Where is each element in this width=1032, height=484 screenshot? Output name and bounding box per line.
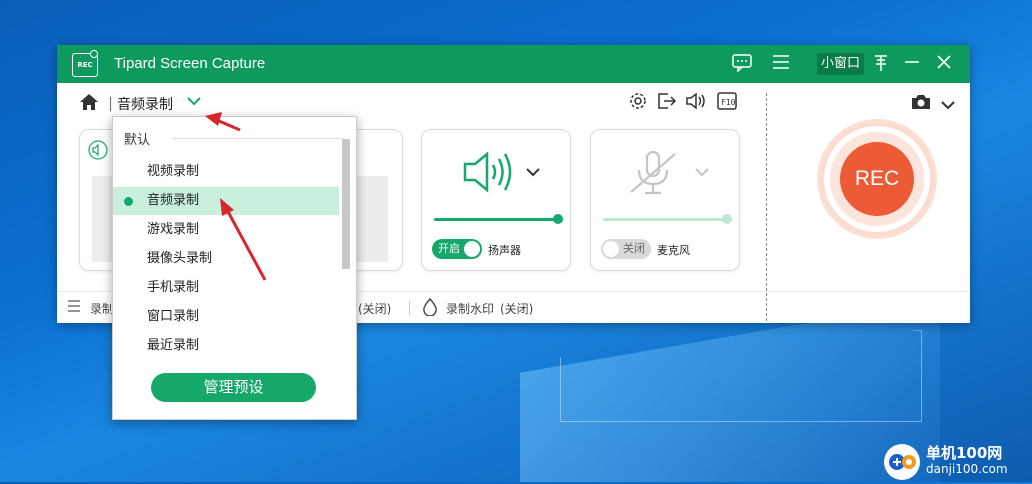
- site-logo-icon: [884, 444, 920, 480]
- site-name: 单机100网: [926, 444, 1003, 462]
- arrow-head-1: [205, 112, 222, 126]
- arrow-head-2: [220, 198, 234, 216]
- annotation-arrows: [205, 112, 267, 281]
- arrow-to-audio-item: [224, 207, 267, 281]
- site-url: danji100.com: [926, 462, 1008, 476]
